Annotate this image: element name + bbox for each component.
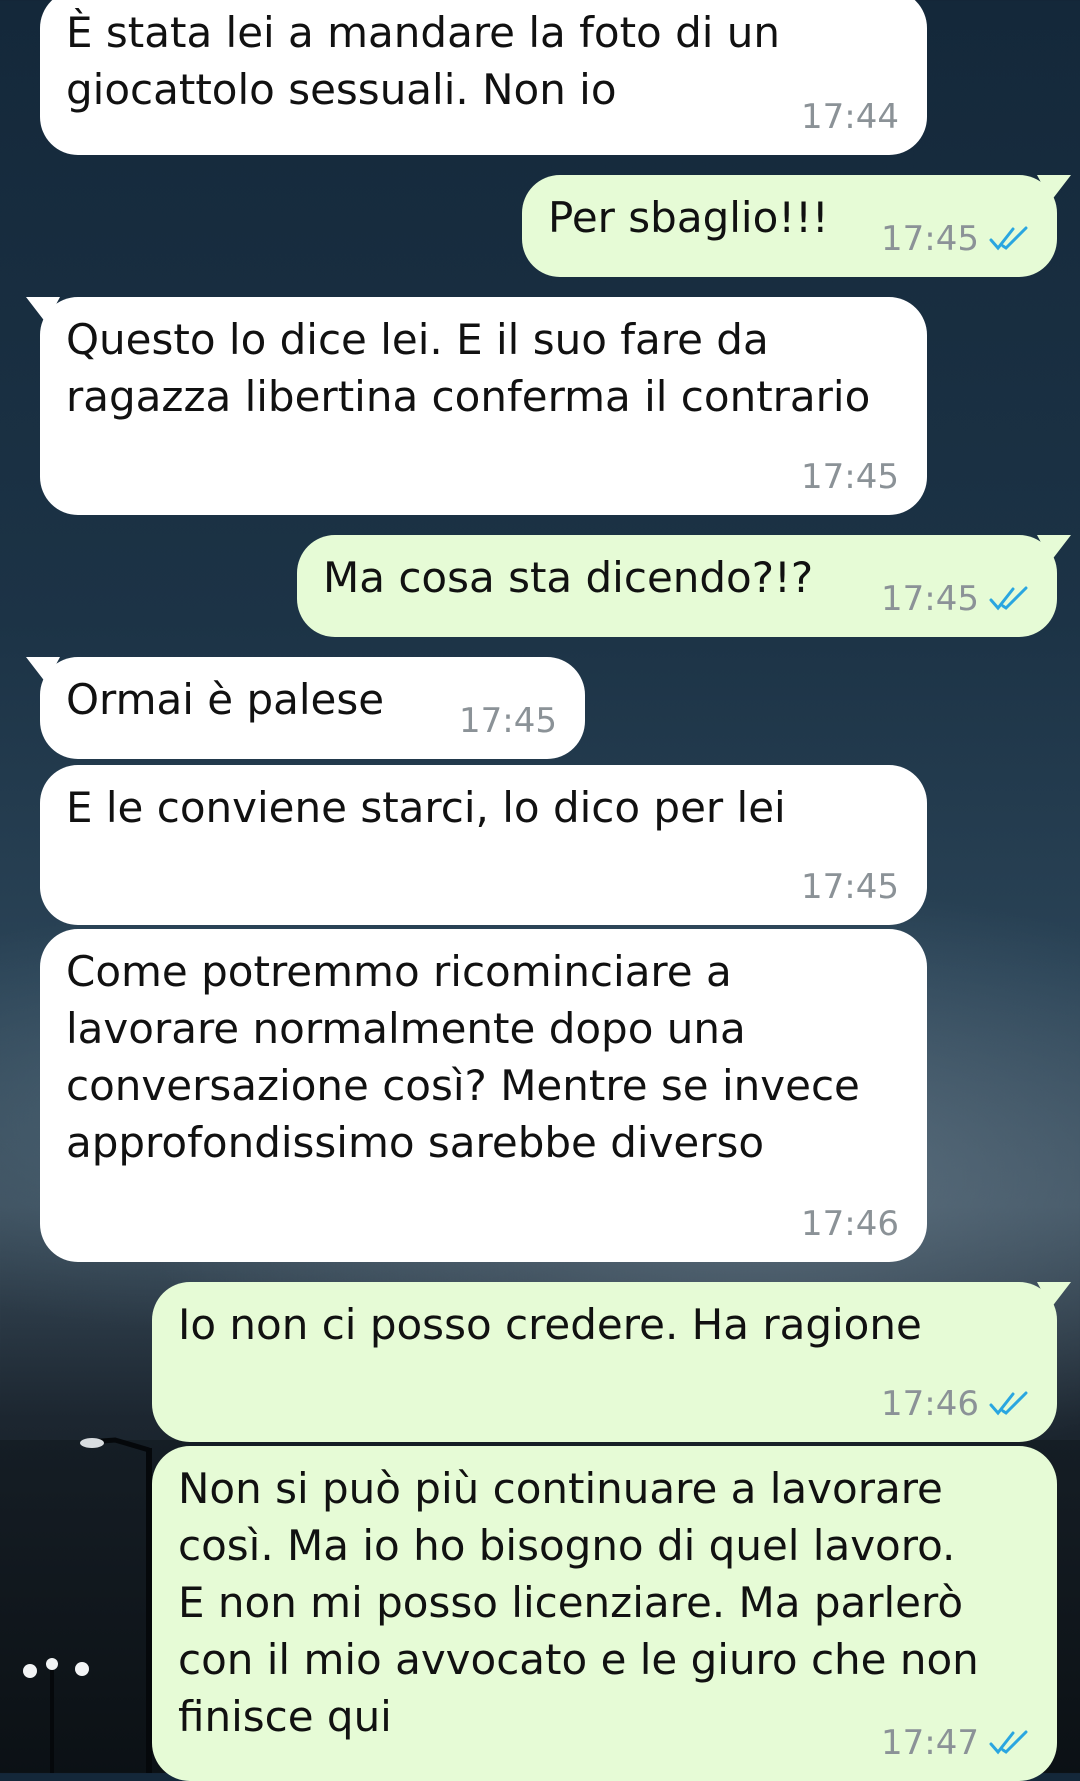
- message-text: Questo lo dice lei. E il suo fare da rag…: [66, 315, 871, 421]
- message-time: 17:45: [801, 867, 899, 907]
- message-time: 17:44: [801, 97, 899, 137]
- read-double-check-icon: [989, 1730, 1028, 1755]
- read-double-check-icon: [989, 226, 1028, 251]
- message-text: Io non ci posso credere. Ha ragione: [178, 1300, 922, 1349]
- outgoing-message-bubble[interactable]: Per sbaglio!!! 17:45: [522, 175, 1071, 277]
- message-meta: 17:46: [801, 1204, 899, 1244]
- incoming-message-bubble[interactable]: Come potremmo ricominciare a lavorare no…: [40, 929, 927, 1262]
- bubble-tail: [1037, 175, 1071, 201]
- message-text: E le conviene starci, lo dico per lei: [66, 783, 786, 832]
- message-time: 17:46: [801, 1204, 899, 1244]
- message-time: 17:45: [459, 701, 557, 741]
- outgoing-message-bubble[interactable]: Io non ci posso credere. Ha ragione 17:46: [152, 1282, 1071, 1442]
- bubble-tail: [1037, 1282, 1071, 1308]
- message-time: 17:45: [881, 579, 979, 619]
- message-time: 17:46: [881, 1384, 979, 1424]
- bubble-tail: [1037, 535, 1071, 561]
- message-time: 17:45: [881, 219, 979, 259]
- message-meta: 17:45: [801, 457, 899, 497]
- message-time: 17:47: [881, 1723, 979, 1763]
- incoming-message-bubble[interactable]: E le conviene starci, lo dico per lei 17:…: [40, 765, 927, 925]
- message-text: Come potremmo ricominciare a lavorare no…: [66, 947, 860, 1167]
- message-meta: 17:45: [459, 701, 557, 741]
- incoming-message-bubble[interactable]: È stata lei a mandare la foto di un gioc…: [40, 0, 927, 155]
- message-meta: 17:46: [881, 1384, 1029, 1424]
- bubble-tail: [26, 297, 60, 323]
- message-meta: 17:45: [801, 867, 899, 907]
- read-double-check-icon: [989, 586, 1028, 611]
- message-time: 17:45: [801, 457, 899, 497]
- outgoing-message-bubble[interactable]: Non si può più continuare a lavorare cos…: [152, 1446, 1057, 1781]
- bubble-tail: [26, 657, 60, 683]
- message-meta: 17:47: [881, 1723, 1029, 1763]
- outgoing-message-bubble[interactable]: Ma cosa sta dicendo?!? 17:45: [297, 535, 1071, 637]
- message-text: Non si può più continuare a lavorare cos…: [178, 1464, 979, 1741]
- message-text: È stata lei a mandare la foto di un gioc…: [66, 8, 781, 114]
- incoming-message-bubble[interactable]: Questo lo dice lei. E il suo fare da rag…: [26, 297, 927, 515]
- message-meta: 17:45: [881, 219, 1029, 259]
- message-meta: 17:44: [801, 97, 899, 137]
- incoming-message-bubble[interactable]: Ormai è palese 17:45: [26, 657, 585, 759]
- read-double-check-icon: [989, 1391, 1028, 1416]
- message-meta: 17:45: [881, 579, 1029, 619]
